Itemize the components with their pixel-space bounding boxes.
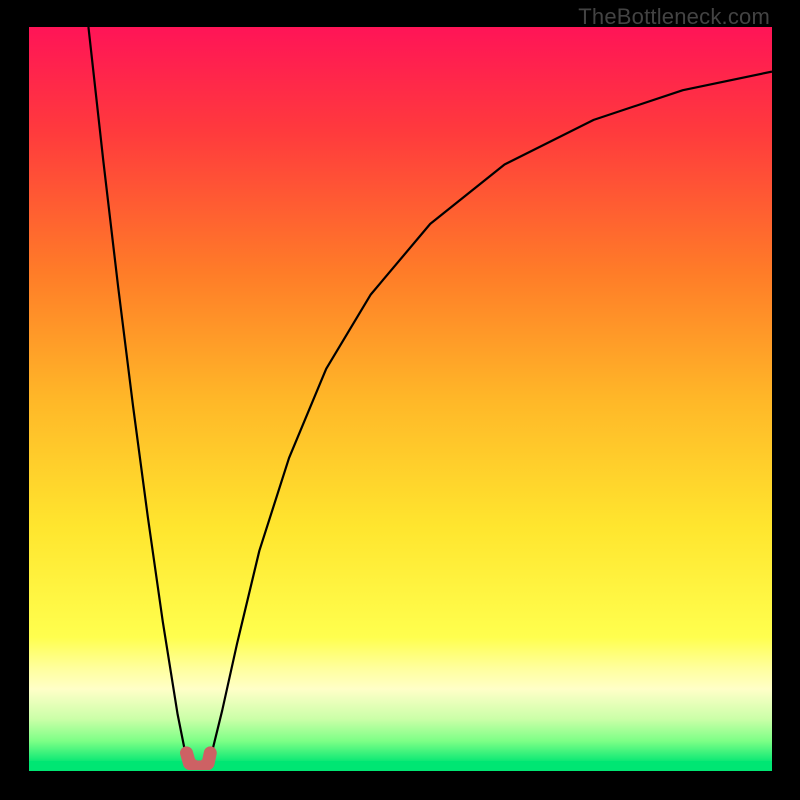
chart-stage: TheBottleneck.com [0,0,800,800]
series-left-branch [88,27,186,759]
plot-area [29,27,772,771]
series-right-branch [210,72,772,759]
watermark-text: TheBottleneck.com [578,4,770,30]
curve-layer [29,27,772,770]
series-valley-marker [187,753,211,767]
